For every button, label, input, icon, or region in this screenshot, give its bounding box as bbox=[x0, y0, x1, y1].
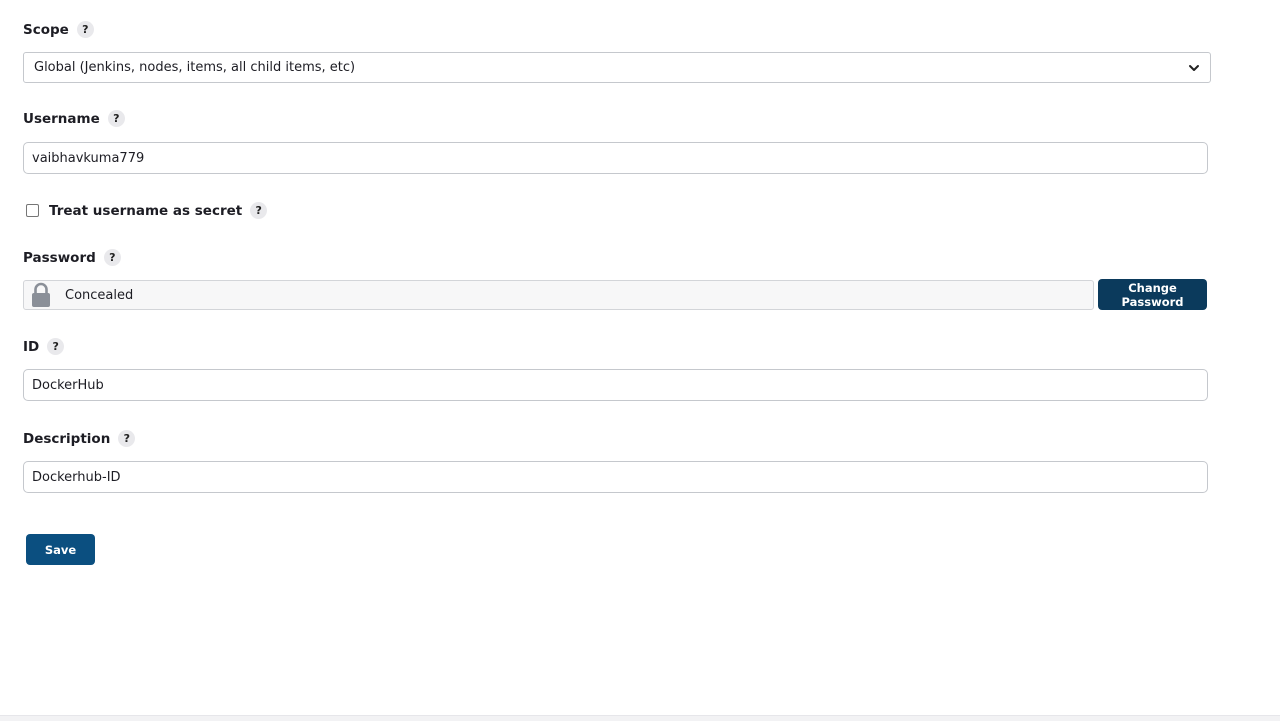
scope-label-row: Scope ? bbox=[23, 21, 94, 38]
password-concealed-text: Concealed bbox=[65, 287, 134, 303]
password-label-row: Password ? bbox=[23, 249, 121, 266]
footer-divider bbox=[0, 715, 1280, 721]
username-label-row: Username ? bbox=[23, 110, 125, 127]
scope-help-icon[interactable]: ? bbox=[76, 21, 94, 38]
save-button[interactable]: Save bbox=[26, 534, 95, 565]
credentials-form-page: Scope ? Global (Jenkins, nodes, items, a… bbox=[0, 0, 1280, 721]
chevron-down-icon bbox=[1189, 64, 1199, 71]
username-help-icon[interactable]: ? bbox=[107, 110, 125, 127]
description-label: Description bbox=[23, 430, 111, 447]
id-label-row: ID ? bbox=[23, 338, 65, 355]
password-help-icon[interactable]: ? bbox=[103, 249, 121, 266]
treat-secret-row: Treat username as secret ? bbox=[26, 202, 268, 219]
password-concealed-field: Concealed bbox=[23, 280, 1094, 310]
change-password-button[interactable]: Change Password bbox=[1098, 279, 1207, 310]
lock-icon bbox=[26, 281, 56, 309]
id-input[interactable] bbox=[23, 369, 1208, 401]
id-label: ID bbox=[23, 338, 40, 355]
treat-secret-checkbox[interactable] bbox=[26, 204, 39, 217]
id-help-icon[interactable]: ? bbox=[47, 338, 65, 355]
treat-secret-help-icon[interactable]: ? bbox=[250, 202, 268, 219]
username-label: Username bbox=[23, 110, 100, 127]
scope-label: Scope bbox=[23, 21, 69, 38]
treat-secret-label[interactable]: Treat username as secret bbox=[49, 203, 242, 219]
description-label-row: Description ? bbox=[23, 430, 136, 447]
password-label: Password bbox=[23, 249, 96, 266]
username-input[interactable] bbox=[23, 142, 1208, 174]
scope-select[interactable]: Global (Jenkins, nodes, items, all child… bbox=[23, 52, 1211, 83]
scope-selected-value: Global (Jenkins, nodes, items, all child… bbox=[34, 60, 356, 75]
description-input[interactable] bbox=[23, 461, 1208, 493]
description-help-icon[interactable]: ? bbox=[118, 430, 136, 447]
